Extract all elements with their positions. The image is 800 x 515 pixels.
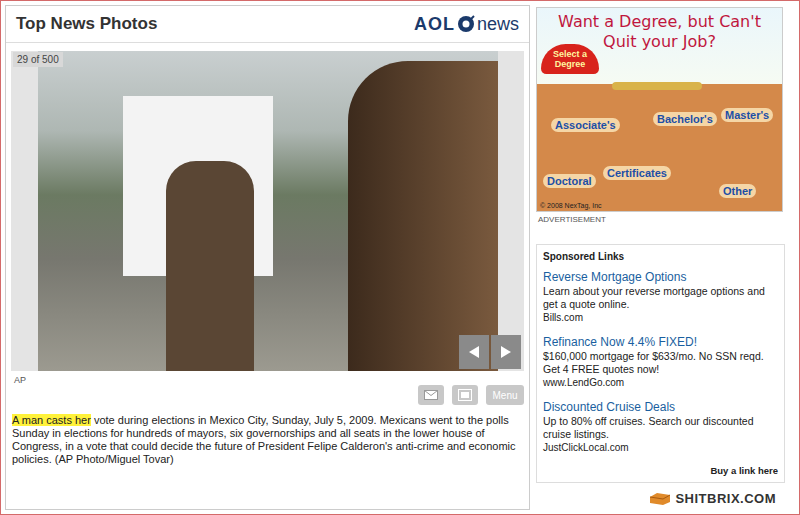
logo-suffix: news: [477, 14, 519, 35]
photo-credit: AP: [6, 371, 529, 385]
aol-news-logo[interactable]: AOL news: [414, 14, 519, 35]
photo-counter: 29 of 500: [13, 52, 63, 67]
link-url[interactable]: JustClickLocal.com: [543, 441, 778, 454]
ad-label: ADVERTISEMENT: [538, 215, 790, 224]
ad-copyright: © 2008 NexTag, Inc: [540, 202, 602, 209]
man-figure: [166, 161, 254, 371]
badge-text: Select a Degree: [543, 49, 597, 69]
degree-ad[interactable]: Want a Degree, but Can't Quit your Job? …: [536, 7, 783, 212]
logo-text: AOL: [414, 14, 455, 35]
link-url[interactable]: www.LendGo.com: [543, 376, 778, 389]
ad-pipe: [612, 82, 702, 90]
email-button[interactable]: [418, 385, 444, 405]
sponsored-link: Reverse Mortgage Options Learn about you…: [543, 270, 778, 324]
panel-header: Top News Photos AOL news: [6, 6, 529, 43]
degree-option[interactable]: Master's: [721, 108, 773, 122]
select-degree-badge[interactable]: Select a Degree: [541, 44, 599, 74]
buy-link[interactable]: Buy a link here: [543, 465, 778, 476]
link-title[interactable]: Discounted Cruise Deals: [543, 400, 778, 415]
photo-nav: [459, 335, 521, 369]
prev-button[interactable]: [459, 335, 489, 369]
link-description: Learn about your reverse mortgage option…: [543, 285, 778, 311]
foreground-man: [348, 61, 498, 371]
sidebar: Want a Degree, but Can't Quit your Job? …: [536, 5, 790, 510]
news-panel: Top News Photos AOL news 29 of 500 AP Me…: [5, 5, 530, 510]
photo-tools: Menu: [6, 385, 529, 405]
degree-option[interactable]: Other: [719, 184, 756, 198]
link-description: Up to 80% off cruises. Search our discou…: [543, 415, 778, 441]
sponsored-link: Refinance Now 4.4% FIXED! $160,000 mortg…: [543, 335, 778, 389]
next-button[interactable]: [491, 335, 521, 369]
watermark: SHITBRIX.COM: [536, 491, 790, 506]
fullscreen-button[interactable]: [452, 385, 478, 405]
right-arrow-icon: [500, 345, 512, 359]
degree-option[interactable]: Certificates: [603, 166, 671, 180]
panel-title: Top News Photos: [16, 14, 157, 34]
link-description: $160,000 mortgage for $633/mo. No SSN re…: [543, 350, 778, 376]
left-arrow-icon: [468, 345, 480, 359]
news-photo[interactable]: [38, 51, 498, 371]
highlighted-text: A man casts her: [12, 414, 91, 426]
fullscreen-icon: [458, 389, 472, 401]
watermark-text: SHITBRIX.COM: [675, 491, 776, 506]
sponsored-links: Sponsored Links Reverse Mortgage Options…: [536, 244, 785, 483]
screen: Top News Photos AOL news 29 of 500 AP Me…: [0, 0, 800, 515]
ad-title: Want a Degree, but Can't Quit your Job?: [552, 12, 767, 52]
link-url[interactable]: Bills.com: [543, 311, 778, 324]
aol-eye-icon: [457, 15, 475, 33]
sponsored-link: Discounted Cruise Deals Up to 80% off cr…: [543, 400, 778, 454]
envelope-icon: [424, 390, 438, 400]
brick-icon: [649, 492, 671, 506]
link-title[interactable]: Refinance Now 4.4% FIXED!: [543, 335, 778, 350]
degree-option[interactable]: Associate's: [551, 118, 620, 132]
photo-caption: A man casts her vote during elections in…: [12, 414, 521, 466]
degree-option[interactable]: Doctoral: [543, 174, 596, 188]
photo-viewer: 29 of 500: [11, 51, 524, 371]
sponsored-title: Sponsored Links: [543, 251, 778, 262]
degree-option[interactable]: Bachelor's: [653, 112, 717, 126]
link-title[interactable]: Reverse Mortgage Options: [543, 270, 778, 285]
menu-button[interactable]: Menu: [486, 385, 524, 405]
